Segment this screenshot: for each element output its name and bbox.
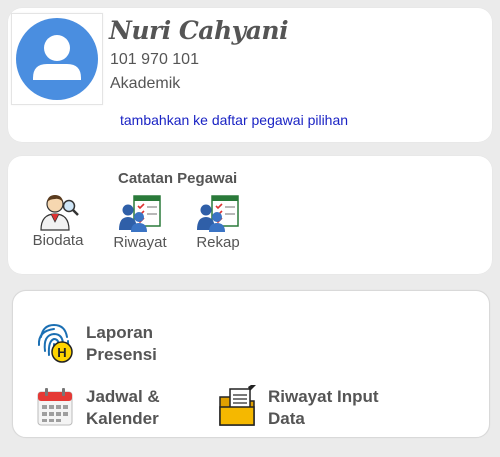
riwayat-input-data-button[interactable]: Riwayat Input Data [218,385,408,431]
riwayat-input-line1: Riwayat Input [268,387,379,406]
employee-role: Akademik [110,75,181,92]
riwayat-input-line2: Data [268,409,305,428]
biodata-label: Biodata [32,232,84,249]
employee-nip: 101 970 101 [110,51,199,68]
laporan-presensi-line1: Laporan [86,323,154,342]
laporan-presensi-button[interactable]: H Laporan Presensi [35,321,195,367]
riwayat-button[interactable]: Riwayat [110,194,170,251]
jadwal-kalender-line1: Jadwal & [86,387,160,406]
person-search-icon [40,195,79,231]
riwayat-label: Riwayat [113,234,167,251]
avatar[interactable] [11,13,103,105]
calendar-icon [37,388,73,426]
user-avatar-icon [16,18,98,100]
employee-name: Nuri Cahyani [109,16,289,45]
add-to-favorites-link[interactable]: tambahkan ke daftar pegawai pilihan [120,112,348,128]
biodata-button[interactable]: Biodata [28,192,88,249]
employee-records-card: Catatan Pegawai Biodata Riwayat Rekap [8,156,492,274]
fingerprint-icon: H [37,323,73,363]
users-checklist-icon [119,195,161,232]
rekap-label: Rekap [196,234,240,251]
jadwal-kalender-line2: Kalender [86,409,159,428]
folder-document-icon [219,385,256,426]
users-checklist-icon [197,195,239,232]
section-title: Catatan Pegawai [118,170,238,187]
profile-card: Nuri Cahyani 101 970 101 Akademik tambah… [8,8,492,142]
svg-text:H: H [57,345,66,360]
rekap-button[interactable]: Rekap [188,194,248,251]
jadwal-kalender-button[interactable]: Jadwal & Kalender [35,385,195,431]
menu-card: H Laporan Presensi Jadwal & Kalender Riw… [12,290,490,438]
laporan-presensi-line2: Presensi [86,345,157,364]
